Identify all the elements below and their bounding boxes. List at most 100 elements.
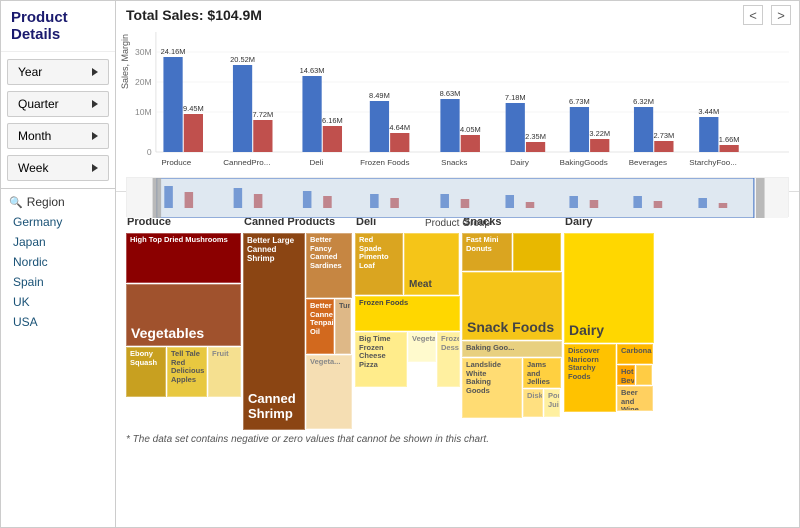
- treemap-container: ProduceHigh Top Dried MushroomsVegetable…: [126, 216, 789, 431]
- treemap-cell[interactable]: Carbona...: [617, 344, 653, 364]
- filter-btn-month[interactable]: Month: [7, 123, 109, 149]
- svg-text:4.05M: 4.05M: [460, 125, 481, 134]
- treemap-cell[interactable]: Landslide White Baking Goods: [462, 358, 522, 418]
- svg-text:4.64M: 4.64M: [389, 123, 410, 132]
- treemap-cell[interactable]: Fruit: [208, 347, 241, 397]
- region-label: Region: [27, 195, 65, 209]
- treemap-cell[interactable]: Fast Mini Donuts: [462, 233, 512, 271]
- bar-chart-svg: 0 10M 20M 30M 24.16M 9.45M 20.52M 7.72: [126, 27, 789, 172]
- filter-label-week: Week: [18, 161, 48, 175]
- treemap-cell[interactable]: Ebony Squash: [126, 347, 166, 397]
- treemap-cell[interactable]: [513, 233, 561, 271]
- treemap-cell[interactable]: Hot Bever...: [617, 365, 635, 385]
- treemap-cell[interactable]: Better Fancy Canned Sardines: [306, 233, 352, 298]
- treemap-cell[interactable]: Better Large Canned ShrimpCanned Shrimp: [243, 233, 305, 430]
- nav-forward-button[interactable]: >: [771, 5, 791, 25]
- treemap-cell[interactable]: Baking Goo...: [462, 341, 562, 357]
- svg-text:Frozen Foods: Frozen Foods: [360, 158, 410, 167]
- region-item-uk[interactable]: UK: [9, 293, 107, 311]
- svg-text:30M: 30M: [135, 48, 152, 57]
- sidebar: Product Details Year Quarter Month Week 🔍 R…: [1, 1, 116, 527]
- treemap-section: Product Treemap * ProduceHigh Top Dried …: [116, 192, 799, 527]
- treemap-cell[interactable]: Vegetables: [126, 284, 241, 346]
- svg-text:9.45M: 9.45M: [183, 104, 204, 113]
- filter-label-month: Month: [18, 129, 51, 143]
- svg-text:StarchyFoo...: StarchyFoo...: [689, 158, 737, 167]
- svg-text:10M: 10M: [135, 108, 152, 117]
- svg-text:24.16M: 24.16M: [161, 47, 186, 56]
- total-sales-label: Total Sales: $104.9M: [126, 7, 789, 23]
- filter-label-year: Year: [18, 65, 42, 79]
- main-content: < > Total Sales: $104.9M Sales, Margin: [116, 1, 799, 527]
- svg-text:Snacks: Snacks: [441, 158, 467, 167]
- treemap-col-canned: Canned ProductsBetter Large Canned Shrim…: [243, 216, 353, 431]
- svg-text:8.49M: 8.49M: [369, 91, 390, 100]
- search-icon: 🔍: [9, 196, 23, 209]
- svg-text:3.44M: 3.44M: [698, 107, 719, 116]
- treemap-cell[interactable]: Tuna: [335, 299, 351, 354]
- filter-label-quarter: Quarter: [18, 97, 59, 111]
- region-header: 🔍 Region: [9, 195, 107, 209]
- region-item-japan[interactable]: Japan: [9, 233, 107, 251]
- filter-btn-year[interactable]: Year: [7, 59, 109, 85]
- region-item-usa[interactable]: USA: [9, 313, 107, 331]
- svg-text:Dairy: Dairy: [510, 158, 529, 167]
- svg-text:6.73M: 6.73M: [569, 97, 590, 106]
- filter-btn-week[interactable]: Week: [7, 155, 109, 181]
- treemap-col-snacks: SnacksFast Mini DonutsSnack FoodsBaking …: [462, 216, 562, 431]
- treemap-cell[interactable]: [636, 365, 652, 385]
- svg-text:20.52M: 20.52M: [230, 55, 255, 64]
- treemap-cell[interactable]: Snack Foods: [462, 272, 562, 340]
- svg-text:1.66M: 1.66M: [719, 135, 740, 144]
- treemap-cell[interactable]: Jams and Jellies: [523, 358, 561, 388]
- time-filter-group: Year Quarter Month Week: [1, 52, 115, 189]
- svg-text:3.22M: 3.22M: [589, 129, 610, 138]
- filter-arrow-year: [92, 68, 98, 76]
- treemap-cell[interactable]: Red Spade Pimento Loaf: [355, 233, 403, 295]
- treemap-disclaimer: * The data set contains negative or zero…: [126, 431, 789, 448]
- treemap-cell[interactable]: Better Canned Tenpai Oil: [306, 299, 334, 354]
- svg-text:14.63M: 14.63M: [300, 66, 325, 75]
- filter-arrow-quarter: [92, 100, 98, 108]
- filter-arrow-month: [92, 132, 98, 140]
- treemap-cell[interactable]: Big Time Frozen Cheese Pizza: [355, 332, 407, 387]
- svg-text:7.72M: 7.72M: [252, 110, 273, 119]
- filter-arrow-week: [92, 164, 98, 172]
- region-item-spain[interactable]: Spain: [9, 273, 107, 291]
- mini-chart[interactable]: [126, 177, 789, 217]
- chart-section: Total Sales: $104.9M Sales, Margin: [116, 1, 799, 192]
- sidebar-title: Product Details: [1, 1, 115, 52]
- treemap-cell[interactable]: Vegeta...: [408, 332, 436, 362]
- svg-text:2.35M: 2.35M: [525, 132, 546, 141]
- svg-text:Produce: Produce: [161, 158, 191, 167]
- treemap-cell[interactable]: Beer and Wine: [617, 386, 653, 411]
- treemap-cell[interactable]: Dairy: [564, 233, 654, 343]
- treemap-col-deli: DeliRed Spade Pimento LoafMeatFrozen Foo…: [355, 216, 460, 431]
- treemap-cell[interactable]: High Top Dried Mushrooms: [126, 233, 241, 283]
- svg-text:Beverages: Beverages: [629, 158, 667, 167]
- svg-text:BakingGoods: BakingGoods: [560, 158, 608, 167]
- treemap-cell[interactable]: Tell Tale Red Delicious Apples: [167, 347, 207, 397]
- treemap-cell[interactable]: Discover Naricorn Starchy Foods: [564, 344, 616, 412]
- treemap-cell[interactable]: Pork Juice: [544, 389, 560, 417]
- region-section: 🔍 Region Germany Japan Nordic Spain UK USA: [1, 189, 115, 337]
- treemap-cell[interactable]: Disksa: [523, 389, 543, 417]
- filter-btn-quarter[interactable]: Quarter: [7, 91, 109, 117]
- svg-text:2.73M: 2.73M: [653, 131, 674, 140]
- x-axis-label: Product Group: [126, 218, 789, 229]
- treemap-col-dairy: DairyDairyDiscover Naricorn Starchy Food…: [564, 216, 789, 431]
- svg-text:6.32M: 6.32M: [633, 97, 654, 106]
- svg-text:Deli: Deli: [309, 158, 323, 167]
- treemap-cell[interactable]: Frozen Foods: [355, 296, 460, 331]
- nav-back-button[interactable]: <: [743, 5, 763, 25]
- region-list: Germany Japan Nordic Spain UK USA: [9, 213, 107, 331]
- svg-text:0: 0: [147, 148, 152, 157]
- svg-text:7.18M: 7.18M: [505, 93, 526, 102]
- treemap-cell[interactable]: Frozen Desserts: [437, 332, 460, 387]
- region-item-nordic[interactable]: Nordic: [9, 253, 107, 271]
- region-item-germany[interactable]: Germany: [9, 213, 107, 231]
- treemap-cell[interactable]: Meat: [404, 233, 459, 295]
- svg-text:20M: 20M: [135, 78, 152, 87]
- svg-text:CannedPro...: CannedPro...: [223, 158, 270, 167]
- treemap-cell[interactable]: Vegeta...: [306, 355, 352, 429]
